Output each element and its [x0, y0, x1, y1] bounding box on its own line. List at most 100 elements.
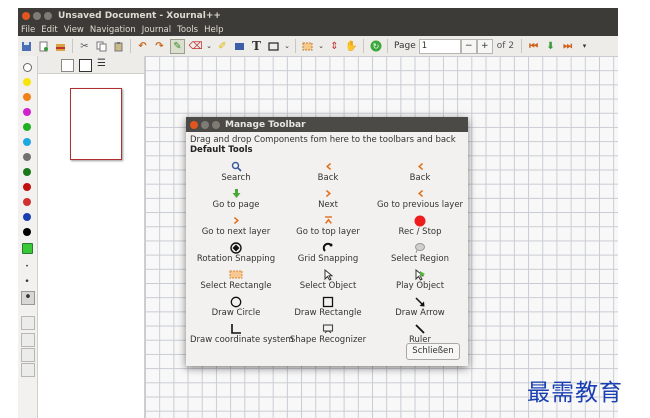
select-rectangle-tool-icon[interactable] [301, 40, 314, 53]
tool-item[interactable]: Rec / Stop [374, 215, 466, 242]
menu-view[interactable]: View [64, 25, 84, 35]
color-swatch[interactable] [23, 168, 31, 176]
tool-item[interactable]: Go to top layer [282, 215, 374, 242]
record-icon [374, 215, 466, 227]
menu-tools[interactable]: Tools [177, 25, 198, 35]
tool-item[interactable]: Draw coordinate system [190, 323, 294, 350]
color-swatch[interactable] [23, 213, 31, 221]
save-icon[interactable] [20, 40, 33, 53]
size-fine-icon[interactable]: • [21, 261, 33, 273]
copy-icon[interactable] [95, 40, 108, 53]
undo-icon[interactable]: ↶ [136, 40, 149, 53]
tool-item-label: Select Rectangle [200, 281, 272, 291]
image-tool-icon[interactable] [233, 40, 246, 53]
paste-icon[interactable] [112, 40, 125, 53]
maximize-window-icon[interactable] [44, 11, 52, 20]
tool-item[interactable]: Draw Rectangle [282, 296, 374, 323]
close-window-icon[interactable] [22, 11, 30, 20]
color-swatch[interactable] [23, 198, 31, 206]
tool-item-label: Go to next layer [201, 227, 271, 237]
first-page-icon[interactable]: ⏮ [527, 40, 540, 53]
page-number-input[interactable]: 1 [418, 38, 461, 54]
tool-item[interactable]: Grid Snapping [282, 242, 374, 269]
dashed-line-icon[interactable] [21, 363, 35, 377]
rotation-snapping-icon [190, 242, 282, 254]
refresh-icon[interactable]: ↻ [369, 40, 382, 53]
tool-item[interactable]: Go to previous layer [374, 188, 466, 215]
line-style-icon[interactable] [21, 333, 35, 347]
tool-item-label: Next [318, 200, 338, 210]
pen-tool-icon[interactable]: ✎ [170, 38, 185, 54]
toolbar-overflow-icon[interactable]: ▾ [578, 40, 591, 53]
draw-rectangle-icon [282, 296, 374, 308]
tool-item[interactable]: Go to page [190, 188, 282, 215]
redo-icon[interactable]: ↷ [153, 40, 166, 53]
eraser-tool-icon[interactable]: ⌫ [188, 40, 202, 53]
tab-page-previews[interactable] [79, 59, 92, 72]
hand-tool-icon[interactable]: ✋ [345, 40, 358, 53]
minimize-window-icon[interactable] [33, 11, 41, 20]
color-swatch[interactable] [23, 108, 31, 116]
cut-icon[interactable]: ✂ [78, 40, 91, 53]
tool-item[interactable]: Back [282, 161, 374, 188]
color-swatch[interactable] [23, 93, 31, 101]
dotted-line-icon[interactable] [21, 348, 35, 362]
text-tool-icon[interactable]: T [250, 39, 263, 53]
ruler-icon [374, 323, 466, 335]
tool-item[interactable]: Play Object [374, 268, 466, 296]
tab-outline[interactable] [61, 59, 74, 72]
tool-item[interactable]: Shape Recognizer [282, 323, 374, 350]
page-increment-button[interactable]: + [476, 38, 493, 54]
dialog-instruction: Drag and drop Components fom here to the… [190, 135, 456, 145]
tool-item[interactable]: Next [282, 188, 374, 215]
next-layer-icon [190, 215, 282, 227]
size-medium-icon[interactable]: • [21, 276, 33, 288]
dialog-body: Drag and drop Components fom here to the… [190, 133, 463, 345]
page-decrement-button[interactable]: − [460, 38, 477, 54]
dropdown-icon[interactable]: ⌄ [206, 40, 212, 53]
tool-item[interactable]: Go to next layer [190, 215, 282, 242]
menu-edit[interactable]: Edit [41, 25, 57, 35]
tool-item[interactable]: Search [190, 161, 282, 188]
manage-toolbar-dialog: Manage Toolbar Drag and drop Components … [186, 117, 468, 366]
tab-layers[interactable]: ☰ [97, 59, 108, 70]
page-thumbnail[interactable] [70, 88, 122, 160]
color-swatch[interactable] [23, 138, 31, 146]
window-title: Unsaved Document - Xournal++ [58, 10, 221, 21]
tool-item[interactable]: Rotation Snapping [190, 242, 282, 269]
tool-item[interactable]: Select Rectangle [190, 269, 282, 296]
menu-file[interactable]: File [21, 25, 35, 35]
tool-item[interactable]: Select Object [282, 268, 374, 296]
menu-navigation[interactable]: Navigation [90, 25, 136, 35]
page-down-icon[interactable]: ⬇ [544, 40, 557, 53]
tool-item[interactable]: Draw Circle [190, 296, 282, 323]
size-thick-icon[interactable]: • [21, 291, 35, 305]
color-swatch[interactable] [23, 153, 31, 161]
color-swatch[interactable] [23, 63, 32, 72]
tool-item[interactable]: Draw Arrow [374, 296, 466, 323]
menu-journal[interactable]: Journal [142, 25, 171, 35]
tool-item-label: Go to page [212, 200, 260, 210]
color-swatch[interactable] [23, 78, 31, 86]
tool-item[interactable]: Back [374, 161, 466, 188]
last-page-icon[interactable]: ⏭ [561, 40, 574, 53]
color-swatch[interactable] [22, 243, 33, 254]
color-swatch[interactable] [23, 228, 31, 236]
dropdown-icon[interactable]: ⌄ [284, 40, 290, 53]
dialog-minimize-icon[interactable] [201, 120, 209, 129]
color-swatch[interactable] [23, 123, 31, 131]
close-button[interactable]: Schließen [406, 343, 460, 360]
tool-item[interactable]: Select Region [374, 242, 466, 269]
highlighter-tool-icon[interactable]: ✐ [216, 40, 229, 53]
menu-help[interactable]: Help [204, 25, 223, 35]
new-document-icon[interactable] [37, 40, 50, 53]
dialog-close-icon[interactable] [190, 120, 198, 129]
color-swatch[interactable] [23, 183, 31, 191]
dropdown-icon[interactable]: ⌄ [318, 40, 324, 53]
dialog-maximize-icon[interactable] [212, 120, 220, 129]
open-file-icon[interactable] [54, 40, 67, 53]
vertical-space-icon[interactable]: ⇕ [328, 40, 341, 53]
rectangle-tool-icon[interactable] [267, 40, 280, 53]
fill-toggle-icon[interactable] [21, 316, 35, 330]
shape-recognizer-icon [282, 323, 374, 335]
